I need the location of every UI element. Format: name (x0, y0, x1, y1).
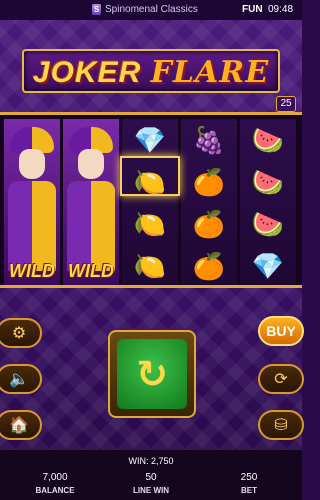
joker-face-icon (19, 149, 45, 179)
bet-value: 250 (240, 472, 258, 483)
watermelon-icon: 🍉 (251, 208, 285, 239)
info-bar: WIN: 2,750 7,000 BALANCE 50 LINE WIN 250… (0, 450, 302, 500)
wild-joker-reel-1: WILD (4, 119, 60, 285)
reel-3: 💎 🍋 🍋 🍋 (122, 119, 178, 285)
bet-label: BET (241, 486, 257, 495)
win-label: WIN: (128, 456, 149, 466)
line-win-label: LINE WIN (133, 486, 169, 495)
provider-logo-icon: S (92, 4, 101, 15)
status-bar: S Spinomenal Classics FUN 09:48 (0, 0, 302, 20)
win-value: 2,750 (150, 456, 174, 466)
orange-icon: 🍊 (192, 208, 226, 239)
orange-icon: 🍊 (192, 166, 226, 197)
diamond-icon: 💎 (251, 250, 285, 281)
game-logo: JOKER FLARE (22, 49, 280, 93)
balance-value: 7,000 (42, 472, 68, 483)
joker-face-icon (78, 149, 104, 179)
settings-button[interactable]: ⚙ (0, 318, 42, 348)
spin-arrow-icon: ↻ (136, 353, 168, 396)
bet-settings-button[interactable]: ⛁ (258, 410, 304, 440)
autoplay-button[interactable]: ⟳ (258, 364, 304, 394)
lemon-icon: 🍋 (133, 250, 167, 281)
paylines-badge: 25 (276, 96, 296, 112)
play-mode: FUN (242, 4, 263, 15)
reel-4: 🍇 🍊 🍊 🍊 (181, 119, 237, 285)
watermelon-icon: 🍉 (251, 124, 285, 155)
wild-joker-reel-2: WILD (63, 119, 119, 285)
provider-name: S Spinomenal Classics (92, 4, 198, 15)
joker-body-icon (8, 181, 56, 271)
logo-word-joker: JOKER (32, 56, 142, 89)
orange-icon: 🍊 (192, 250, 226, 281)
watermelon-icon: 🍉 (251, 166, 285, 197)
home-icon: 🏠 (9, 417, 29, 434)
joker-body-icon (67, 181, 115, 271)
coins-icon: ⛁ (274, 417, 288, 434)
gear-icon: ⚙ (11, 325, 27, 342)
spin-button[interactable]: ↻ (108, 330, 196, 418)
home-button[interactable]: 🏠 (0, 410, 42, 440)
autoplay-icon: ⟳ (274, 371, 288, 388)
logo-word-flare: FLARE (150, 55, 270, 90)
grapes-icon: 🍇 (192, 124, 226, 155)
provider-label: Spinomenal Classics (105, 4, 198, 15)
wild-label: WILD (68, 261, 114, 281)
reel-5: 🍉 🍉 🍉 💎 (240, 119, 296, 285)
speaker-icon: 🔈 (9, 371, 29, 388)
lemon-icon: 🍋 (133, 208, 167, 239)
winning-symbol-highlight (120, 156, 180, 196)
total-win: WIN: 2,750 (0, 456, 302, 466)
sound-button[interactable]: 🔈 (0, 364, 42, 394)
wild-label: WILD (9, 261, 55, 281)
diamond-icon: 💎 (133, 124, 167, 155)
clock: 09:48 (268, 4, 294, 15)
balance-label: BALANCE (35, 486, 75, 495)
buy-feature-button[interactable]: BUY (258, 316, 304, 346)
reel-area: WILD WILD 💎 🍋 🍋 🍋 🍇 🍊 🍊 🍊 🍉 🍉 🍉 💎 (0, 112, 302, 288)
line-win-value: 50 (145, 472, 157, 483)
